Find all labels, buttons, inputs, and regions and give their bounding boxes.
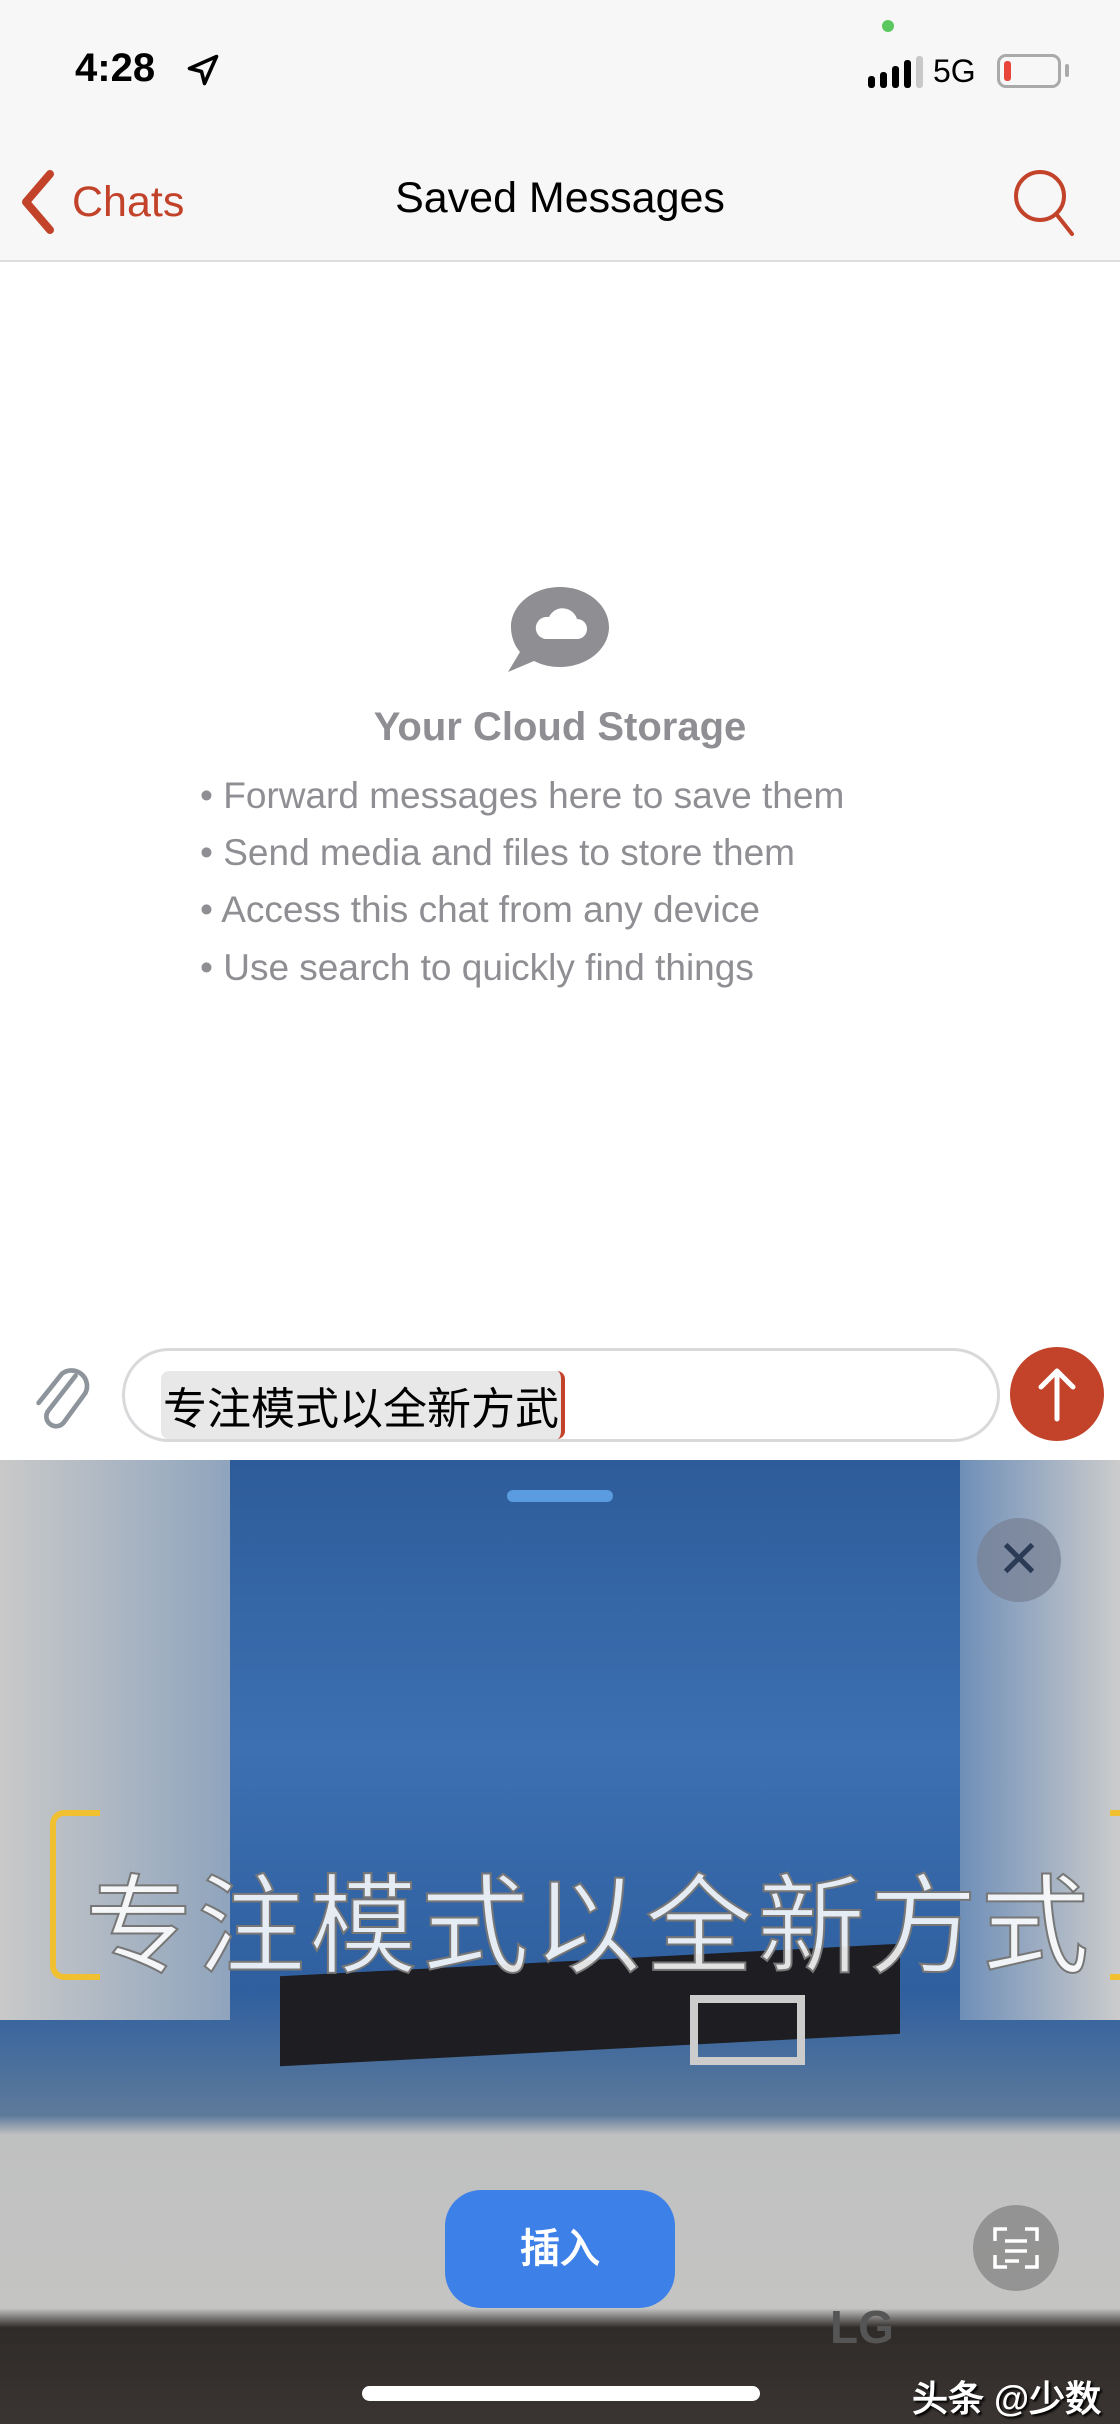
composer: 专注模式以全新方武 [0, 1330, 1120, 1460]
empty-state-bullet: • Send media and files to store them [200, 832, 795, 873]
home-indicator[interactable] [362, 2386, 760, 2401]
signal-icon [868, 56, 923, 88]
empty-state-bullet: • Use search to quickly find things [200, 947, 754, 988]
paperclip-icon[interactable] [28, 1364, 92, 1434]
message-input[interactable]: 专注模式以全新方武 [122, 1348, 1000, 1442]
empty-state-title: Your Cloud Storage [373, 705, 747, 749]
close-button[interactable]: ✕ [977, 1518, 1061, 1602]
battery-nub [1065, 64, 1069, 77]
lg-logo: LG [830, 2301, 894, 2353]
camera-background [690, 1995, 805, 2065]
drag-handle[interactable] [507, 1490, 613, 1502]
status-time: 4:28 [75, 46, 156, 90]
text-bracket-right [1110, 1810, 1120, 1980]
page-title: Saved Messages [395, 174, 725, 222]
insert-button[interactable]: 插入 [445, 2190, 675, 2308]
recognized-text: 专注模式以全新方式 [84, 1865, 1094, 1988]
location-arrow-icon [187, 54, 219, 86]
status-bar: 4:28 5G [0, 0, 1120, 140]
network-type: 5G [933, 53, 976, 89]
send-button[interactable] [1010, 1347, 1104, 1441]
empty-state-bullet: • Access this chat from any device [200, 889, 760, 930]
arrow-up-icon [1038, 1368, 1076, 1422]
text-scan-icon [993, 2227, 1039, 2269]
message-input-text: 专注模式以全新方武 [161, 1371, 565, 1439]
watermark: 头条 @少数派 [912, 2378, 1102, 2419]
camera-in-use-indicator [882, 20, 894, 32]
live-text-camera-view: ✕ 专注模式以全新方式 插入 LG 头条 @少数派 [0, 1460, 1120, 2424]
search-icon[interactable] [1012, 166, 1078, 236]
close-icon: ✕ [997, 1531, 1041, 1589]
navigation-bar: Chats Saved Messages [0, 140, 1120, 262]
text-scan-button[interactable] [973, 2205, 1059, 2291]
empty-state-bullet: • Forward messages here to save them [200, 775, 845, 816]
cloud-bubble-icon [508, 587, 609, 672]
battery-icon [997, 54, 1061, 88]
